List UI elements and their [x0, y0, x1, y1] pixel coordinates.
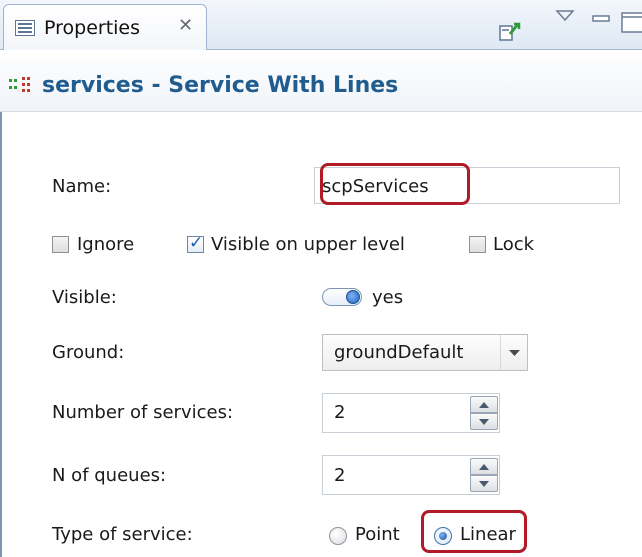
num-services-stepper [470, 396, 498, 430]
visible-upper-level-checkbox[interactable]: ✓ [187, 233, 204, 253]
properties-header: services - Service With Lines [0, 50, 642, 112]
tab-properties[interactable]: Properties ✕ [3, 4, 207, 50]
toggle-knob-icon [346, 290, 360, 304]
radio-point-label: Point [355, 524, 400, 545]
visible-label: Visible: [52, 287, 117, 308]
ignore-label: Ignore [77, 234, 135, 255]
chevron-down-icon[interactable] [500, 335, 527, 370]
ignore-checkbox[interactable] [52, 236, 69, 253]
highlight-name-box [320, 163, 470, 205]
spin-down-icon[interactable] [470, 475, 498, 492]
minimize-icon[interactable] [592, 10, 610, 22]
n-queues-stepper [470, 458, 498, 492]
view-menu-icon[interactable] [555, 8, 575, 22]
type-of-service-label: Type of service: [52, 524, 193, 545]
lock-checkbox[interactable] [469, 236, 486, 253]
panel-border [0, 112, 2, 557]
properties-icon [15, 20, 35, 36]
spin-down-icon[interactable] [470, 413, 498, 430]
spin-up-icon[interactable] [470, 396, 498, 413]
close-icon[interactable]: ✕ [178, 15, 193, 36]
lock-label: Lock [493, 234, 535, 255]
radio-point[interactable] [329, 527, 347, 545]
name-label: Name: [52, 176, 112, 197]
ground-label: Ground: [52, 342, 125, 363]
num-services-value: 2 [334, 402, 346, 423]
visible-upper-level-label: Visible on upper level [211, 234, 405, 255]
highlight-linear-box [421, 510, 527, 553]
n-queues-label: N of queues: [52, 465, 167, 486]
pin-icon[interactable] [498, 20, 522, 44]
ground-value: groundDefault [334, 342, 464, 363]
visible-toggle[interactable] [322, 288, 362, 306]
visible-value: yes [372, 287, 404, 308]
check-icon: ✓ [189, 233, 204, 253]
spin-up-icon[interactable] [470, 458, 498, 475]
view-tab-bar: Properties ✕ [0, 0, 642, 50]
maximize-icon[interactable] [621, 12, 642, 34]
page-title: services - Service With Lines [42, 73, 399, 98]
n-queues-value: 2 [334, 465, 346, 486]
service-block-icon [8, 76, 34, 98]
tab-label: Properties [44, 17, 141, 39]
num-services-label: Number of services: [52, 402, 234, 423]
